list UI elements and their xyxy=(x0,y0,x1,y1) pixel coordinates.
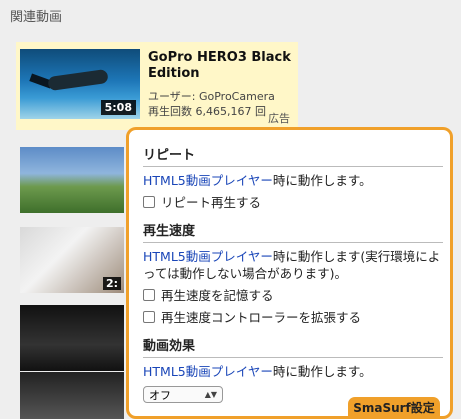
ad-label: 広告 xyxy=(268,112,290,125)
video-thumbnail[interactable]: 2: xyxy=(20,227,124,293)
repeat-group: リピート HTML5動画プレイヤー時に動作します。 リピート再生する xyxy=(143,144,443,211)
repeat-checkbox[interactable] xyxy=(143,195,155,208)
diver-shape xyxy=(47,68,109,92)
extend-speed-controller-option[interactable]: 再生速度コントローラーを拡張する xyxy=(143,307,443,326)
chevron-updown-icon: ▲▼ xyxy=(204,390,217,399)
html5-player-link[interactable]: HTML5動画プレイヤー xyxy=(143,249,273,264)
video-views: 再生回数 6,465,167 回 xyxy=(148,105,266,118)
video-duration: 5:08 xyxy=(100,100,136,115)
repeat-title: リピート xyxy=(143,144,443,167)
video-thumbnail[interactable] xyxy=(20,305,124,371)
remember-speed-option[interactable]: 再生速度を記憶する xyxy=(143,285,443,304)
extend-speed-controller-checkbox[interactable] xyxy=(143,310,155,323)
extend-speed-controller-label: 再生速度コントローラーを拡張する xyxy=(161,310,362,325)
video-thumbnail[interactable] xyxy=(20,147,124,213)
video-thumbnail[interactable] xyxy=(20,372,124,419)
remember-speed-label: 再生速度を記憶する xyxy=(161,288,274,303)
repeat-note-text: 時に動作します。 xyxy=(272,173,372,188)
video-channel: ユーザー: GoProCamera xyxy=(148,90,275,103)
video-thumbnail[interactable]: 5:08 xyxy=(20,49,140,119)
smasurf-settings-tab[interactable]: SmaSurf設定 xyxy=(348,397,440,419)
speed-note: HTML5動画プレイヤー時に動作します(実行環境によっては動作しない場合がありま… xyxy=(143,248,443,282)
repeat-option[interactable]: リピート再生する xyxy=(143,192,443,211)
video-duration: 2: xyxy=(102,277,121,290)
speed-group: 再生速度 HTML5動画プレイヤー時に動作します(実行環境によっては動作しない場… xyxy=(143,220,443,326)
featured-video-item[interactable]: 5:08 GoPro HERO3 Black Edition ユーザー: GoP… xyxy=(16,42,298,130)
repeat-option-label: リピート再生する xyxy=(161,195,262,210)
html5-player-link[interactable]: HTML5動画プレイヤー xyxy=(143,173,273,188)
video-title[interactable]: GoPro HERO3 Black Edition xyxy=(148,50,296,82)
video-effect-select[interactable]: オフ ▲▼ xyxy=(143,386,223,403)
video-effect-select-value: オフ xyxy=(149,388,171,402)
html5-player-link[interactable]: HTML5動画プレイヤー xyxy=(143,364,273,379)
speed-title: 再生速度 xyxy=(143,220,443,243)
repeat-note: HTML5動画プレイヤー時に動作します。 xyxy=(143,172,443,189)
effect-title: 動画効果 xyxy=(143,335,443,358)
remember-speed-checkbox[interactable] xyxy=(143,288,155,301)
